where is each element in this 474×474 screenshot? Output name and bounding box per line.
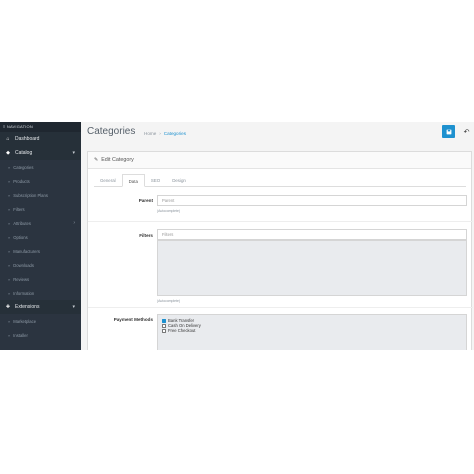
filters-label: Filters	[139, 233, 153, 238]
sidebar-item-options[interactable]: » Options	[0, 230, 81, 244]
sidebar-item-label: Marketplace	[13, 318, 37, 324]
payment-methods-label: Payment Methods	[113, 317, 153, 322]
sidebar-item-reviews[interactable]: » Reviews	[0, 272, 81, 286]
sidebar-item-label: Options	[13, 234, 28, 240]
sidebar-item-products[interactable]: » Products	[0, 174, 81, 188]
payment-methods-row: Payment Methods Bank Transfer Cash On De…	[88, 309, 473, 350]
tab-design[interactable]: Design	[166, 174, 192, 186]
panel-header: ✎ Edit Category	[88, 152, 471, 169]
sidebar-item-label: Reviews	[13, 276, 30, 282]
sidebar-item-label: Information	[13, 290, 35, 296]
page-title: Categories	[87, 126, 136, 137]
panel-title: Edit Category	[101, 157, 134, 163]
tab-general[interactable]: General	[94, 174, 122, 186]
save-button[interactable]	[442, 125, 455, 138]
menu-icon: ≡	[3, 124, 6, 129]
double-chevron-icon: »	[8, 290, 11, 296]
home-icon: ⌂	[6, 136, 10, 142]
filters-help: (Autocomplete)	[157, 299, 180, 303]
sidebar-item-label: Filters	[13, 206, 25, 212]
pencil-icon: ✎	[94, 157, 99, 163]
save-icon	[446, 129, 451, 134]
breadcrumb: Home › Categories	[144, 131, 186, 136]
sidebar-item-installer[interactable]: » Installer	[0, 328, 81, 342]
sidebar-item-manufacturers[interactable]: » Manufacturers	[0, 244, 81, 258]
double-chevron-icon: »	[8, 276, 11, 282]
parent-row: Parent Parent (Autocomplete)	[88, 190, 473, 222]
double-chevron-icon: »	[8, 262, 11, 268]
filters-row: Filters Filters (Autocomplete)	[88, 223, 473, 308]
double-chevron-icon: »	[8, 332, 11, 338]
double-chevron-icon: »	[8, 318, 11, 324]
checkbox-icon[interactable]	[162, 323, 166, 328]
sidebar-item-marketplace[interactable]: » Marketplace	[0, 314, 81, 328]
double-chevron-icon: »	[8, 192, 11, 198]
sidebar-item-label: Categories	[13, 164, 34, 170]
main-content: Categories Home › Categories ↶ ✎ Edit Cate…	[81, 122, 474, 350]
navigation-header: ≡ NAVIGATION	[0, 122, 81, 132]
parent-help: (Autocomplete)	[157, 209, 180, 213]
chevron-down-icon: ▾	[72, 150, 75, 156]
tab-bar: General Data SEO Design	[94, 174, 466, 187]
sidebar-item-attributes[interactable]: » Attributes ›	[0, 216, 81, 230]
payment-methods-list: Bank Transfer Cash On Delivery Free Chec…	[157, 314, 467, 350]
checkbox-icon[interactable]	[162, 328, 166, 333]
sidebar-item-label: Catalog	[15, 150, 33, 156]
parent-label: Parent	[138, 198, 153, 203]
filters-input[interactable]: Filters	[157, 229, 467, 240]
payment-method-label: Free Checkout	[168, 328, 196, 333]
sidebar-item-label: Subscription Plans	[13, 192, 48, 198]
double-chevron-icon: »	[8, 178, 11, 184]
sidebar-item-dashboard[interactable]: ⌂ Dashboard	[0, 132, 81, 146]
breadcrumb-categories[interactable]: Categories	[164, 131, 186, 136]
double-chevron-icon: »	[8, 206, 11, 212]
sidebar-item-subscription-plans[interactable]: » Subscription Plans	[0, 188, 81, 202]
sidebar-item-label: Dashboard	[15, 136, 40, 142]
double-chevron-icon: »	[8, 248, 11, 254]
breadcrumb-home[interactable]: Home	[144, 131, 156, 136]
edit-category-panel: ✎ Edit Category General Data SEO Design …	[87, 151, 473, 350]
sidebar-item-label: Products	[13, 178, 30, 184]
filters-list	[157, 240, 467, 296]
puzzle-icon: ✚	[5, 304, 11, 310]
chevron-right-icon: ›	[73, 220, 75, 226]
app-window: ≡ NAVIGATION ⌂ Dashboard ◆ Catalog ▾ » C…	[0, 122, 474, 350]
parent-input[interactable]: Parent	[157, 195, 467, 206]
double-chevron-icon: »	[8, 164, 11, 170]
navigation-header-label: NAVIGATION	[6, 124, 33, 129]
back-button[interactable]: ↶	[460, 125, 473, 138]
tag-icon: ◆	[6, 150, 10, 156]
sidebar-item-extensions[interactable]: ✚ Extensions ▾	[0, 300, 81, 314]
sidebar-item-catalog[interactable]: ◆ Catalog ▾	[0, 146, 81, 160]
sidebar-item-information[interactable]: » Information	[0, 286, 81, 300]
checkbox-checked-icon[interactable]	[162, 318, 166, 323]
sidebar-item-downloads[interactable]: » Downloads	[0, 258, 81, 272]
sidebar-item-label: Manufacturers	[13, 248, 40, 254]
chevron-down-icon: ▾	[72, 304, 75, 310]
sidebar-item-label: Attributes	[13, 220, 31, 226]
double-chevron-icon: »	[8, 234, 11, 240]
sidebar-item-label: Downloads	[13, 262, 34, 268]
tab-data[interactable]: Data	[121, 174, 145, 187]
sidebar: ≡ NAVIGATION ⌂ Dashboard ◆ Catalog ▾ » C…	[0, 122, 81, 350]
reply-icon: ↶	[463, 128, 470, 136]
tab-seo[interactable]: SEO	[145, 174, 166, 186]
double-chevron-icon: »	[8, 220, 11, 226]
sidebar-item-filters[interactable]: » Filters	[0, 202, 81, 216]
breadcrumb-separator: ›	[159, 131, 161, 136]
sidebar-item-label: Extensions	[15, 304, 40, 310]
payment-method-free-checkout[interactable]: Free Checkout	[162, 328, 466, 333]
sidebar-item-label: Installer	[13, 332, 28, 338]
sidebar-item-categories[interactable]: » Categories	[0, 160, 81, 174]
